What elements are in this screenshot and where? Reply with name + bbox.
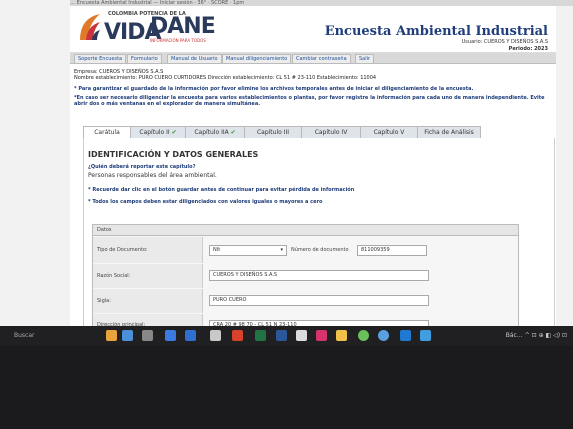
note-multiple-plants: *En caso ser necesario diligenciar la en… [74,95,545,107]
page: COLOMBIA POTENCIA DE LA VIDA DANE INFORM… [70,6,556,335]
excel-icon[interactable] [255,330,266,341]
site-header: COLOMBIA POTENCIA DE LA VIDA DANE INFORM… [70,6,556,53]
tab-capitulo-ii[interactable]: Capítulo II ✔ [130,126,186,138]
tab-label: Capítulo III [256,129,290,136]
file-explorer-icon[interactable] [106,330,117,341]
app-icon[interactable] [122,330,133,341]
numero-documento-label: Número de documento [291,247,349,253]
sigla-label: Sigla: [93,289,203,313]
check-icon: ✔ [171,129,177,136]
screen: … Encuesta Ambiental Industrial — Inicia… [0,0,573,335]
acrobat-icon[interactable] [232,330,243,341]
brand-dane: DANE [150,14,216,39]
razon-social-field[interactable]: CUEROS Y DISEÑOS S.A.S [209,270,429,281]
tab-capitulo-v[interactable]: Capítulo V [360,126,418,138]
razon-social-label: Razón Social: [93,264,203,288]
site-title: Encuesta Ambiental Industrial [324,24,548,39]
tip-save: * Recuerde dar clic en el botón guardar … [88,187,355,193]
question-answer: Personas responsables del área ambiental… [88,172,217,179]
tab-label: Capítulo IIA [194,129,229,136]
brand-dane-sub: INFORMACIÓN PARA TODOS [150,38,206,43]
menu-cambiar-contrasena[interactable]: Cambiar contraseña [292,54,351,64]
tipo-documento-label: Tipo de Documento: [93,237,203,263]
tab-capitulo-iia[interactable]: Capítulo IIA ✔ [185,126,245,138]
whatsapp-icon[interactable] [358,330,369,341]
tab-label: Capítulo IV [314,129,348,136]
store-icon[interactable] [185,330,196,341]
outlook-icon[interactable] [400,330,411,341]
task-view-icon[interactable] [142,330,153,341]
datos-header: Datos [93,225,518,236]
tipo-documento-value: NIt [213,247,221,253]
tip-values: * Todos los campos deben estar diligenci… [88,199,323,205]
tab-content: IDENTIFICACIÓN Y DATOS GENERALES ¿Quién … [83,138,555,335]
tab-label: Ficha de Análisis [424,129,474,136]
menu-soporte-encuesta[interactable]: Soporte Encuesta [74,54,127,64]
word-icon[interactable] [276,330,287,341]
taskbar: Buscar Bác… ^ ⊡ ⊕ ◧ ◁) ⊡ [0,326,573,346]
monitor-bezel [0,346,573,429]
section-title: IDENTIFICACIÓN Y DATOS GENERALES [88,150,259,159]
folder-icon[interactable] [336,330,347,341]
tab-capitulo-iv[interactable]: Capítulo IV [301,126,361,138]
system-tray[interactable]: Bác… ^ ⊡ ⊕ ◧ ◁) ⊡ [506,332,567,339]
establecimiento-text: Nombre establecimiento: PURO CUERO CURTI… [74,75,377,81]
tab-label: Capítulo V [373,129,405,136]
dane-logo-icon [80,14,100,40]
sigla-field[interactable]: PURO CUERO [209,295,429,306]
tab-ficha-analisis[interactable]: Ficha de Análisis [417,126,481,138]
taskbar-search[interactable]: Buscar [14,332,35,339]
app-pink-icon[interactable] [316,330,327,341]
tipo-documento-select[interactable]: NIt ▾ [209,245,287,256]
chrome-icon[interactable] [378,330,389,341]
mail-icon[interactable] [165,330,176,341]
edge-icon[interactable] [420,330,431,341]
user-label: Usuario: CUEROS Y DISEÑOS S.A.S [461,39,548,45]
menu-bar: Soporte Encuesta Formulario Manual de Us… [70,53,556,64]
menu-salir[interactable]: Salir [355,54,375,64]
menu-formulario[interactable]: Formulario [127,54,162,64]
question-label: ¿Quién deberá reportar este capítulo? [88,164,196,170]
menu-manual-usuario[interactable]: Manual de Usuario [167,54,222,64]
calendar-icon[interactable] [210,330,221,341]
numero-documento-field[interactable]: 811009359 [357,245,427,256]
check-icon: ✔ [230,129,236,136]
tab-label: Capítulo II [139,129,170,136]
datos-panel: Datos Tipo de Documento: NIt ▾ Número de… [92,224,519,335]
chevron-down-icon: ▾ [280,247,283,253]
menu-manual-diligenciamiento[interactable]: Manual diligenciamiento [222,54,292,64]
note-temp-files: * Para garantizar el guardado de la info… [74,86,474,92]
period-label: Periodo: 2023 [508,46,548,52]
tab-label: Carátula [94,129,120,136]
notepad-icon[interactable] [296,330,307,341]
tab-capitulo-iii[interactable]: Capítulo III [244,126,302,138]
company-info: Empresa: CUEROS Y DISEÑOS S.A.S Nombre e… [74,69,376,81]
